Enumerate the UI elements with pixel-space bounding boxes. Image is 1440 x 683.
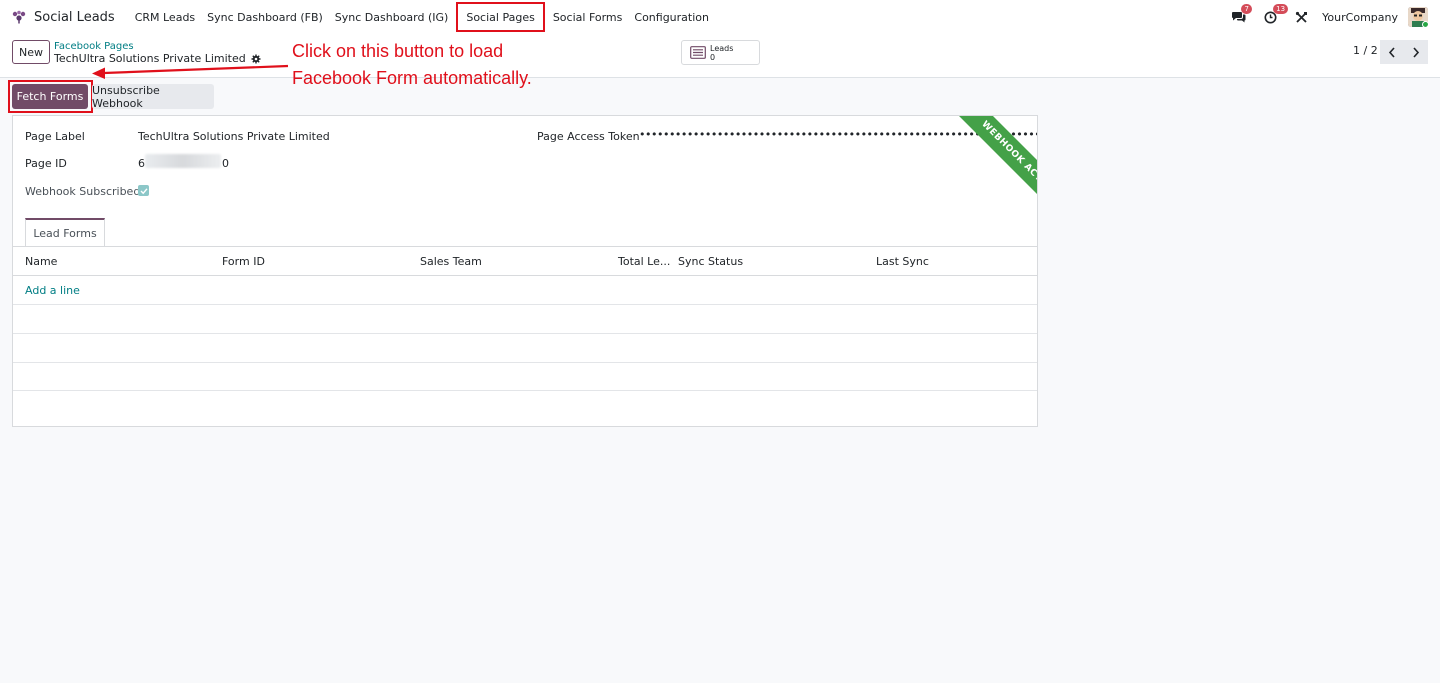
company-switcher[interactable]: YourCompany: [1322, 11, 1398, 24]
page-label-label: Page Label: [25, 130, 85, 143]
leads-smart-label: Leads: [710, 43, 734, 53]
app-logo-icon: [12, 10, 26, 24]
tools-menu[interactable]: [1295, 11, 1308, 24]
annotation-line-2: Facebook Form automatically.: [292, 68, 532, 88]
pager-value[interactable]: 1 / 2: [1353, 44, 1378, 57]
online-status-dot: [1422, 21, 1428, 27]
page-label-value[interactable]: TechUltra Solutions Private Limited: [138, 130, 330, 143]
app-name: Social Leads: [34, 9, 115, 25]
user-avatar[interactable]: [1408, 7, 1428, 27]
column-sync-status[interactable]: Sync Status: [678, 255, 743, 268]
page-id-prefix[interactable]: 6: [138, 157, 145, 170]
navbar-systray: 7 13 YourCompany: [1214, 0, 1428, 34]
column-name[interactable]: Name: [25, 255, 57, 268]
pager-next-button[interactable]: [1404, 40, 1428, 64]
chevron-right-icon: [1413, 46, 1420, 58]
table-row: [13, 334, 1037, 363]
menu-sync-dashboard-fb[interactable]: Sync Dashboard (FB): [201, 0, 329, 34]
table-header: Name Form ID Sales Team Total Le... Sync…: [13, 247, 1037, 276]
column-sales-team[interactable]: Sales Team: [420, 255, 482, 268]
page-id-redacted: [145, 154, 221, 168]
table-row: [13, 305, 1037, 334]
messages-badge: 7: [1241, 4, 1253, 14]
annotation-arrow-icon: [92, 64, 289, 79]
page-id-label: Page ID: [25, 157, 67, 170]
page-id-suffix: 0: [222, 157, 229, 170]
column-total-leads[interactable]: Total Le...: [618, 255, 670, 268]
activities-badge: 13: [1273, 3, 1289, 14]
menu-social-forms[interactable]: Social Forms: [547, 0, 629, 34]
table-row: [13, 362, 1037, 391]
webhook-ribbon-container: WEBHOOK ACTIVE: [925, 116, 1037, 228]
leads-smart-count: 0: [710, 52, 716, 62]
pager-previous-button[interactable]: [1380, 40, 1404, 64]
column-last-sync[interactable]: Last Sync: [876, 255, 929, 268]
menu-sync-dashboard-ig[interactable]: Sync Dashboard (IG): [329, 0, 455, 34]
table-row: [13, 391, 1037, 420]
tab-lead-forms[interactable]: Lead Forms: [25, 218, 105, 247]
menu-configuration[interactable]: Configuration: [628, 0, 715, 34]
checkmark-icon: [140, 187, 148, 194]
new-button[interactable]: New: [12, 40, 50, 64]
top-navbar: Social Leads CRM Leads Sync Dashboard (F…: [0, 0, 1440, 34]
tools-icon: [1296, 11, 1308, 23]
form-sheet: Page Label TechUltra Solutions Private L…: [12, 115, 1038, 427]
table-row: Add a line: [13, 276, 1037, 305]
webhook-subscribed-label: Webhook Subscribed: [25, 185, 141, 198]
leads-smart-button-text: Leads 0: [710, 44, 733, 62]
menu-crm-leads[interactable]: CRM Leads: [129, 0, 201, 34]
unsubscribe-webhook-button[interactable]: Unsubscribe Webhook: [92, 84, 214, 110]
column-form-id[interactable]: Form ID: [222, 255, 265, 268]
webhook-subscribed-checkbox[interactable]: [138, 185, 149, 196]
fetch-forms-button[interactable]: Fetch Forms: [12, 84, 88, 109]
leads-smart-button[interactable]: Leads 0: [681, 40, 760, 65]
messaging-menu[interactable]: 7: [1232, 4, 1253, 23]
list-icon: [690, 46, 706, 59]
add-line-link[interactable]: Add a line: [25, 284, 80, 297]
menu-social-pages[interactable]: Social Pages: [454, 0, 546, 34]
page-access-token-label: Page Access Token: [537, 130, 640, 143]
breadcrumb-parent[interactable]: Facebook Pages: [54, 41, 134, 52]
app-brand[interactable]: Social Leads: [12, 10, 129, 25]
webhook-active-ribbon: WEBHOOK ACTIVE: [949, 116, 1037, 227]
activity-menu[interactable]: 13: [1264, 3, 1289, 24]
annotation-callout: Click on this button to load Facebook Fo…: [292, 38, 532, 92]
chevron-left-icon: [1388, 46, 1395, 58]
annotation-line-1: Click on this button to load: [292, 41, 504, 61]
